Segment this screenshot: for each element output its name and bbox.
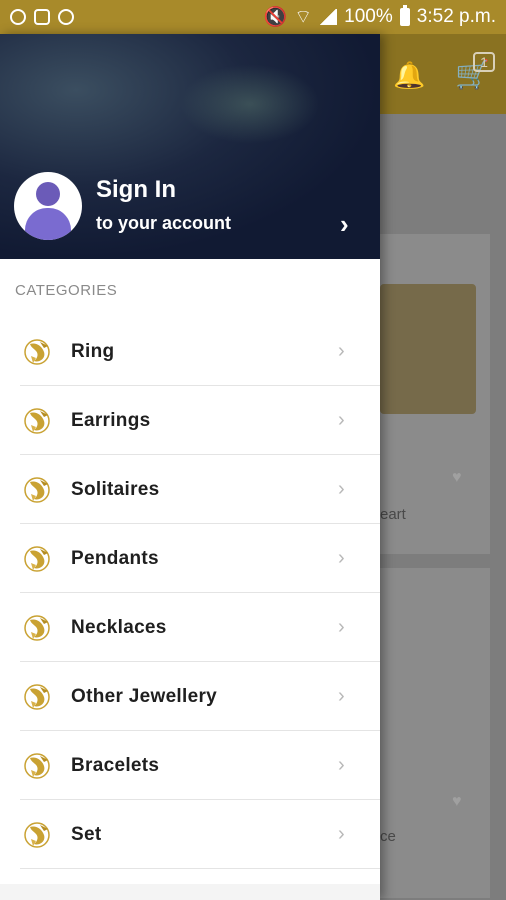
status-left: [10, 9, 74, 25]
category-label: Pendants: [71, 547, 159, 569]
sign-in-header[interactable]: Sign In to your account ›: [0, 34, 380, 259]
category-item-earrings[interactable]: Earrings ›: [0, 386, 380, 455]
instagram-icon: [10, 9, 26, 25]
product-image: [380, 284, 476, 414]
chevron-right-icon: ›: [340, 209, 349, 239]
bell-icon: 🔔: [393, 60, 426, 90]
gold-logo-icon: [22, 543, 54, 575]
avatar-icon: [14, 172, 82, 240]
sign-in-subtitle: to your account: [96, 213, 232, 233]
category-label: Solitaires: [71, 478, 160, 500]
chevron-right-icon: ›: [338, 823, 345, 845]
status-bar: 🔇 ⌔ 100% 3:52 p.m.: [0, 0, 506, 34]
gold-logo-icon: [22, 405, 54, 437]
chevron-right-icon: ›: [338, 547, 345, 569]
gold-logo-icon: [22, 474, 54, 506]
product-name: eart: [380, 506, 406, 523]
gold-logo-icon: [22, 750, 54, 782]
category-item-other-jewellery[interactable]: Other Jewellery ›: [0, 662, 380, 731]
messenger-icon: [58, 9, 74, 25]
category-label: Earrings: [71, 409, 151, 431]
gold-logo-icon: [22, 336, 54, 368]
category-label: Bracelets: [71, 754, 160, 776]
mute-icon: 🔇: [263, 7, 288, 28]
category-label: Ring: [71, 340, 115, 362]
chevron-right-icon: ›: [338, 754, 345, 776]
category-label: Other Jewellery: [71, 685, 218, 707]
product-card: ♥ ce: [380, 568, 490, 898]
category-label: Set: [71, 823, 102, 845]
signal-icon: [319, 9, 338, 25]
gold-logo-icon: [22, 612, 54, 644]
chevron-right-icon: ›: [338, 616, 345, 638]
gold-logo-icon: [22, 681, 54, 713]
category-item-ring[interactable]: Ring ›: [0, 317, 380, 386]
chevron-right-icon: ›: [338, 409, 345, 431]
battery-level: 100%: [344, 6, 393, 27]
image-icon: [34, 9, 50, 25]
gold-logo-icon: [22, 819, 54, 851]
clock: 3:52 p.m.: [416, 6, 496, 27]
category-item-pendants[interactable]: Pendants ›: [0, 524, 380, 593]
category-item-set[interactable]: Set ›: [0, 800, 380, 869]
heart-icon: ♥: [452, 469, 462, 486]
product-card: ♥ eart: [380, 234, 490, 554]
battery-icon: [399, 5, 410, 26]
status-right: 🔇 ⌔ 100% 3:52 p.m.: [264, 5, 496, 29]
category-item-solitaires[interactable]: Solitaires ›: [0, 455, 380, 524]
category-item-necklaces[interactable]: Necklaces ›: [0, 593, 380, 662]
navigation-drawer: Sign In to your account › CATEGORIES Rin…: [0, 34, 380, 900]
category-item-bracelets[interactable]: Bracelets ›: [0, 731, 380, 800]
heart-icon: ♥: [452, 793, 462, 810]
category-list: Ring › Earrings › Solitaires › Pendants › Neckla…: [0, 317, 380, 869]
product-name: ce: [380, 828, 396, 845]
drawer-footer: [0, 884, 380, 900]
wifi-icon: ⌔: [294, 7, 313, 28]
chevron-right-icon: ›: [338, 685, 345, 707]
chevron-right-icon: ›: [338, 478, 345, 500]
chevron-right-icon: ›: [338, 340, 345, 362]
cart-badge: 1: [473, 52, 495, 72]
category-label: Necklaces: [71, 616, 167, 638]
categories-heading: CATEGORIES: [15, 282, 118, 299]
sign-in-title: Sign In: [96, 176, 176, 203]
